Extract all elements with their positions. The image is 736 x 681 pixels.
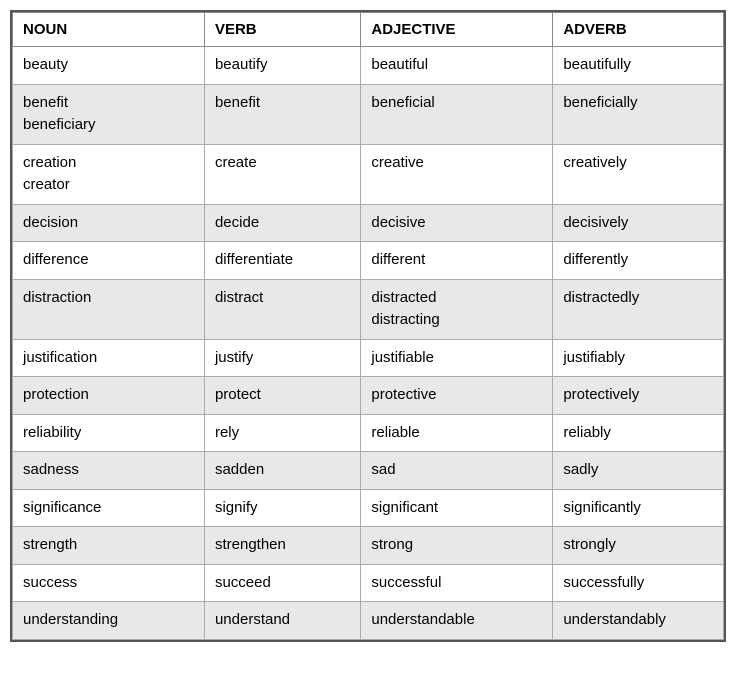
table-row: sadnesssaddensadsadly: [13, 452, 724, 490]
cell-noun: difference: [13, 242, 205, 280]
table-row: significancesignifysignificantsignifican…: [13, 489, 724, 527]
cell-adverb: understandably: [553, 602, 724, 640]
cell-adjective: beautiful: [361, 47, 553, 85]
cell-adverb: differently: [553, 242, 724, 280]
cell-verb: protect: [204, 377, 360, 415]
cell-verb: benefit: [204, 84, 360, 144]
cell-verb: differentiate: [204, 242, 360, 280]
header-adjective: ADJECTIVE: [361, 13, 553, 47]
cell-noun: sadness: [13, 452, 205, 490]
cell-verb: create: [204, 144, 360, 204]
cell-adverb: significantly: [553, 489, 724, 527]
header-noun: NOUN: [13, 13, 205, 47]
cell-noun: strength: [13, 527, 205, 565]
cell-adjective: successful: [361, 564, 553, 602]
cell-adverb: strongly: [553, 527, 724, 565]
cell-verb: signify: [204, 489, 360, 527]
cell-adjective: protective: [361, 377, 553, 415]
header-verb: VERB: [204, 13, 360, 47]
cell-adverb: distractedly: [553, 279, 724, 339]
cell-verb: succeed: [204, 564, 360, 602]
table-row: strengthstrengthenstrongstrongly: [13, 527, 724, 565]
cell-adverb: sadly: [553, 452, 724, 490]
cell-verb: sadden: [204, 452, 360, 490]
table-row: benefitbeneficiarybenefitbeneficialbenef…: [13, 84, 724, 144]
cell-noun: beauty: [13, 47, 205, 85]
table-row: differencedifferentiatedifferentdifferen…: [13, 242, 724, 280]
cell-noun: success: [13, 564, 205, 602]
cell-noun: reliability: [13, 414, 205, 452]
cell-noun: significance: [13, 489, 205, 527]
cell-adverb: beneficially: [553, 84, 724, 144]
cell-verb: rely: [204, 414, 360, 452]
table-row: decisiondecidedecisivedecisively: [13, 204, 724, 242]
table-row: distractiondistractdistracteddistracting…: [13, 279, 724, 339]
header-adverb: ADVERB: [553, 13, 724, 47]
table-row: successsucceedsuccessfulsuccessfully: [13, 564, 724, 602]
cell-verb: understand: [204, 602, 360, 640]
table-row: protectionprotectprotectiveprotectively: [13, 377, 724, 415]
cell-verb: distract: [204, 279, 360, 339]
cell-noun: understanding: [13, 602, 205, 640]
cell-verb: justify: [204, 339, 360, 377]
cell-adjective: understandable: [361, 602, 553, 640]
cell-adverb: reliably: [553, 414, 724, 452]
cell-adjective: different: [361, 242, 553, 280]
cell-noun: justification: [13, 339, 205, 377]
table-row: beautybeautifybeautifulbeautifully: [13, 47, 724, 85]
cell-noun: benefitbeneficiary: [13, 84, 205, 144]
table-row: reliabilityrelyreliablereliably: [13, 414, 724, 452]
word-forms-table: NOUN VERB ADJECTIVE ADVERB beautybeautif…: [10, 10, 726, 642]
cell-noun: creationcreator: [13, 144, 205, 204]
cell-adverb: decisively: [553, 204, 724, 242]
cell-noun: decision: [13, 204, 205, 242]
cell-verb: strengthen: [204, 527, 360, 565]
cell-adjective: reliable: [361, 414, 553, 452]
cell-adjective: justifiable: [361, 339, 553, 377]
cell-adjective: beneficial: [361, 84, 553, 144]
cell-adverb: creatively: [553, 144, 724, 204]
cell-adverb: justifiably: [553, 339, 724, 377]
cell-noun: distraction: [13, 279, 205, 339]
cell-verb: decide: [204, 204, 360, 242]
cell-adjective: significant: [361, 489, 553, 527]
cell-verb: beautify: [204, 47, 360, 85]
cell-adjective: sad: [361, 452, 553, 490]
cell-adjective: decisive: [361, 204, 553, 242]
table-row: understandingunderstandunderstandableund…: [13, 602, 724, 640]
cell-adverb: successfully: [553, 564, 724, 602]
cell-noun: protection: [13, 377, 205, 415]
cell-adjective: strong: [361, 527, 553, 565]
cell-adjective: creative: [361, 144, 553, 204]
cell-adverb: protectively: [553, 377, 724, 415]
cell-adverb: beautifully: [553, 47, 724, 85]
table-row: creationcreatorcreatecreativecreatively: [13, 144, 724, 204]
table-row: justificationjustifyjustifiablejustifiab…: [13, 339, 724, 377]
header-row: NOUN VERB ADJECTIVE ADVERB: [13, 13, 724, 47]
cell-adjective: distracteddistracting: [361, 279, 553, 339]
